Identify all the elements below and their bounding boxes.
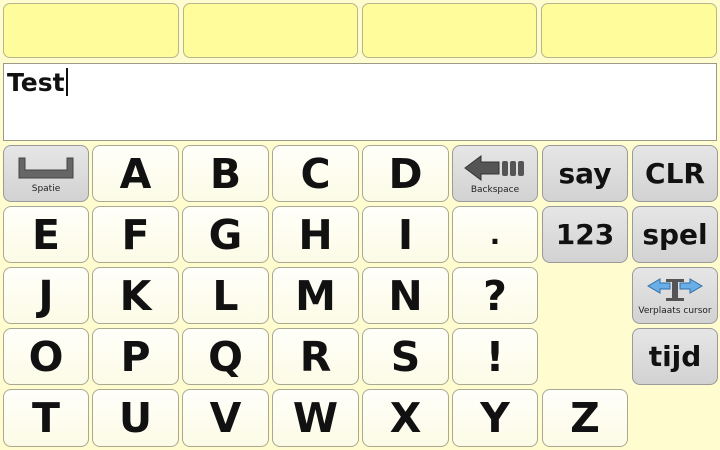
key-v[interactable]: V xyxy=(182,389,269,447)
backspace-key[interactable]: Backspace xyxy=(452,145,538,202)
space-key[interactable]: Spatie xyxy=(3,145,89,202)
move-cursor-icon xyxy=(647,277,703,301)
key-n[interactable]: N xyxy=(362,267,449,324)
backspace-arrow-icon xyxy=(464,154,524,181)
key-l[interactable]: L xyxy=(182,267,269,324)
key-g[interactable]: G xyxy=(182,206,269,263)
key-f[interactable]: F xyxy=(92,206,179,263)
message-text-field[interactable]: Test xyxy=(3,63,717,141)
key-r[interactable]: R xyxy=(272,328,359,385)
text-caret xyxy=(65,68,68,96)
spel-button[interactable]: spel xyxy=(632,206,718,263)
backspace-key-label: Backspace xyxy=(470,184,520,195)
key-x[interactable]: X xyxy=(362,389,449,447)
key-h[interactable]: H xyxy=(272,206,359,263)
prediction-slot-4[interactable] xyxy=(541,3,717,58)
key-exclamation[interactable]: ! xyxy=(452,328,538,385)
message-text: Test xyxy=(7,68,65,97)
key-e[interactable]: E xyxy=(3,206,89,263)
space-bar-icon xyxy=(18,157,74,178)
prediction-slot-2[interactable] xyxy=(183,3,358,58)
key-u[interactable]: U xyxy=(92,389,179,447)
key-question-mark[interactable]: ? xyxy=(452,267,538,324)
key-w[interactable]: W xyxy=(272,389,359,447)
key-p[interactable]: P xyxy=(92,328,179,385)
move-cursor-label: Verplaats cursor xyxy=(638,305,712,316)
clear-button[interactable]: CLR xyxy=(632,145,718,202)
move-cursor-button[interactable]: Verplaats cursor xyxy=(632,267,718,324)
key-y[interactable]: Y xyxy=(452,389,538,447)
numbers-button[interactable]: 123 xyxy=(542,206,628,263)
key-period[interactable]: . xyxy=(452,206,538,263)
key-c[interactable]: C xyxy=(272,145,359,202)
prediction-slot-3[interactable] xyxy=(362,3,537,58)
time-button[interactable]: tijd xyxy=(632,328,718,385)
key-s[interactable]: S xyxy=(362,328,449,385)
key-d[interactable]: D xyxy=(362,145,449,202)
say-button[interactable]: say xyxy=(542,145,628,202)
key-m[interactable]: M xyxy=(272,267,359,324)
key-b[interactable]: B xyxy=(182,145,269,202)
key-i[interactable]: I xyxy=(362,206,449,263)
key-q[interactable]: Q xyxy=(182,328,269,385)
space-key-label: Spatie xyxy=(31,183,61,194)
key-a[interactable]: A xyxy=(92,145,179,202)
key-j[interactable]: J xyxy=(3,267,89,324)
key-z[interactable]: Z xyxy=(542,389,628,447)
key-t[interactable]: T xyxy=(3,389,89,447)
key-k[interactable]: K xyxy=(92,267,179,324)
prediction-slot-1[interactable] xyxy=(3,3,179,58)
key-o[interactable]: O xyxy=(3,328,89,385)
